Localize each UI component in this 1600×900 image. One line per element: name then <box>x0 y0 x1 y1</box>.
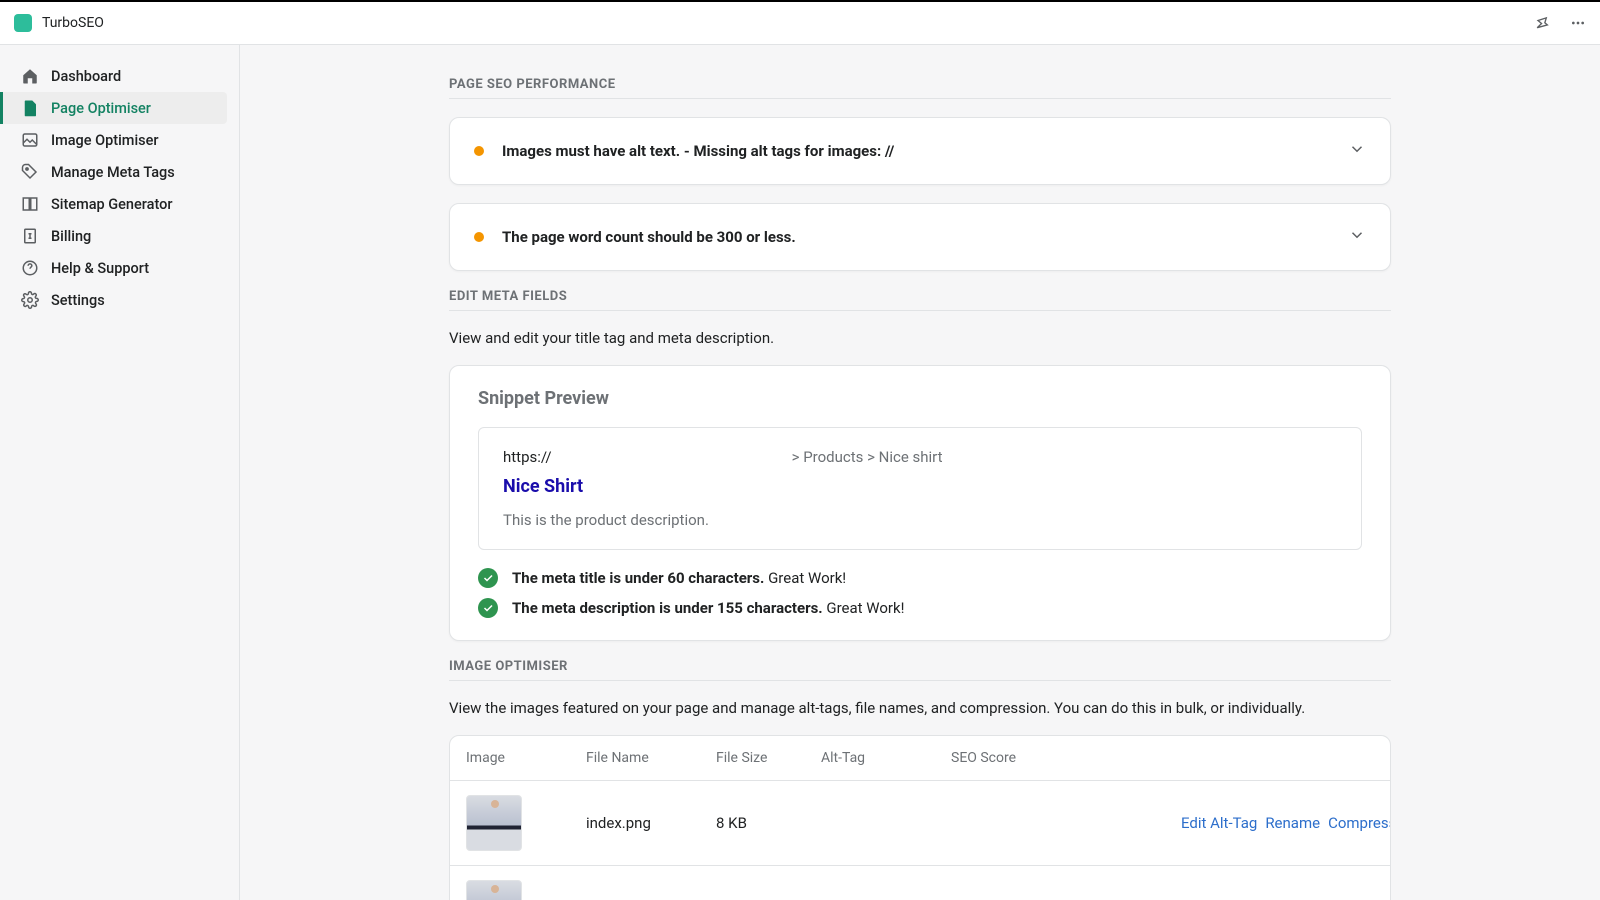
col-filename: File Name <box>586 750 716 766</box>
snippet-desc: This is the product description. <box>503 511 1337 529</box>
sidebar-item-label: Help & Support <box>51 260 149 277</box>
check-icon <box>478 598 498 618</box>
col-image: Image <box>466 750 586 766</box>
tag-icon <box>21 163 39 181</box>
app-header: TurboSEO <box>0 2 1600 45</box>
snippet-heading: Snippet Preview <box>478 388 1362 409</box>
cell-filename: index.png <box>586 814 716 832</box>
sidebar-item-label: Manage Meta Tags <box>51 164 175 181</box>
page-icon <box>21 99 39 117</box>
home-icon <box>21 67 39 85</box>
cell-filesize: 8 KB <box>716 814 821 832</box>
warning-text: The page word count should be 300 or les… <box>502 228 796 246</box>
sidebar-item-meta-tags[interactable]: Manage Meta Tags <box>0 156 239 188</box>
sitemap-icon <box>21 195 39 213</box>
section-desc-images: View the images featured on your page an… <box>449 699 1391 717</box>
sidebar-item-page-optimiser[interactable]: Page Optimiser <box>0 92 227 124</box>
chevron-down-icon[interactable] <box>1348 140 1366 162</box>
sidebar-item-billing[interactable]: Billing <box>0 220 239 252</box>
snippet-page-title: Nice Shirt <box>503 476 1337 497</box>
sidebar-item-label: Billing <box>51 228 91 245</box>
col-alttag: Alt-Tag <box>821 750 951 766</box>
image-thumbnail[interactable] <box>466 795 522 851</box>
sidebar-item-image-optimiser[interactable]: Image Optimiser <box>0 124 239 156</box>
sidebar-item-dashboard[interactable]: Dashboard <box>0 60 239 92</box>
more-icon[interactable] <box>1570 15 1586 31</box>
edit-alt-tag-link[interactable]: Edit Alt-Tag <box>1181 814 1257 832</box>
image-thumbnail[interactable] <box>466 880 522 900</box>
check-bold: The meta description is under 155 charac… <box>512 599 823 617</box>
sidebar-item-settings[interactable]: Settings <box>0 284 239 316</box>
warning-text: Images must have alt text. - Missing alt… <box>502 142 894 160</box>
gear-icon <box>21 291 39 309</box>
table-header: Image File Name File Size Alt-Tag SEO Sc… <box>450 736 1390 781</box>
snippet-card: Snippet Preview https:// > Products > Ni… <box>449 365 1391 641</box>
snippet-url: https:// <box>503 448 552 466</box>
app-icon <box>14 14 32 32</box>
table-row: index.png 8 KB Edit Alt-Tag Rename Compr… <box>450 781 1390 866</box>
warning-card[interactable]: The page word count should be 300 or les… <box>449 203 1391 271</box>
check-extra: Great Work! <box>764 569 846 587</box>
col-filesize: File Size <box>716 750 821 766</box>
sidebar-item-sitemap[interactable]: Sitemap Generator <box>0 188 239 220</box>
sidebar-item-label: Sitemap Generator <box>51 196 172 213</box>
sidebar-item-help[interactable]: Help & Support <box>0 252 239 284</box>
sidebar-item-label: Image Optimiser <box>51 132 159 149</box>
check-extra: Great Work! <box>823 599 905 617</box>
status-dot-warning <box>474 232 484 242</box>
billing-icon <box>21 227 39 245</box>
rename-link[interactable]: Rename <box>1265 814 1320 832</box>
check-icon <box>478 568 498 588</box>
chevron-down-icon[interactable] <box>1348 226 1366 248</box>
image-icon <box>21 131 39 149</box>
sidebar-item-label: Dashboard <box>51 68 121 85</box>
col-seoscore: SEO Score <box>951 750 1181 766</box>
app-name: TurboSEO <box>42 15 104 31</box>
help-icon <box>21 259 39 277</box>
sidebar: Dashboard Page Optimiser Image Optimiser… <box>0 45 240 900</box>
table-row: index.png <box>450 866 1390 900</box>
section-desc-meta: View and edit your title tag and meta de… <box>449 329 1391 347</box>
meta-check-row: The meta title is under 60 characters. G… <box>478 568 1362 588</box>
snippet-breadcrumb: > Products > Nice shirt <box>792 448 943 466</box>
meta-check-row: The meta description is under 155 charac… <box>478 598 1362 618</box>
image-table: Image File Name File Size Alt-Tag SEO Sc… <box>449 735 1391 900</box>
main-content: PAGE SEO PERFORMANCE Images must have al… <box>240 45 1600 900</box>
snippet-preview[interactable]: https:// > Products > Nice shirt Nice Sh… <box>478 427 1362 550</box>
sidebar-item-label: Settings <box>51 292 105 309</box>
check-bold: The meta title is under 60 characters. <box>512 569 764 587</box>
sidebar-item-label: Page Optimiser <box>51 100 151 117</box>
section-header-images: IMAGE OPTIMISER <box>449 659 1391 681</box>
status-dot-warning <box>474 146 484 156</box>
compress-link[interactable]: Compress <box>1328 814 1391 832</box>
warning-card[interactable]: Images must have alt text. - Missing alt… <box>449 117 1391 185</box>
pin-icon[interactable] <box>1534 15 1550 31</box>
section-header-meta: EDIT META FIELDS <box>449 289 1391 311</box>
section-header-performance: PAGE SEO PERFORMANCE <box>449 77 1391 99</box>
